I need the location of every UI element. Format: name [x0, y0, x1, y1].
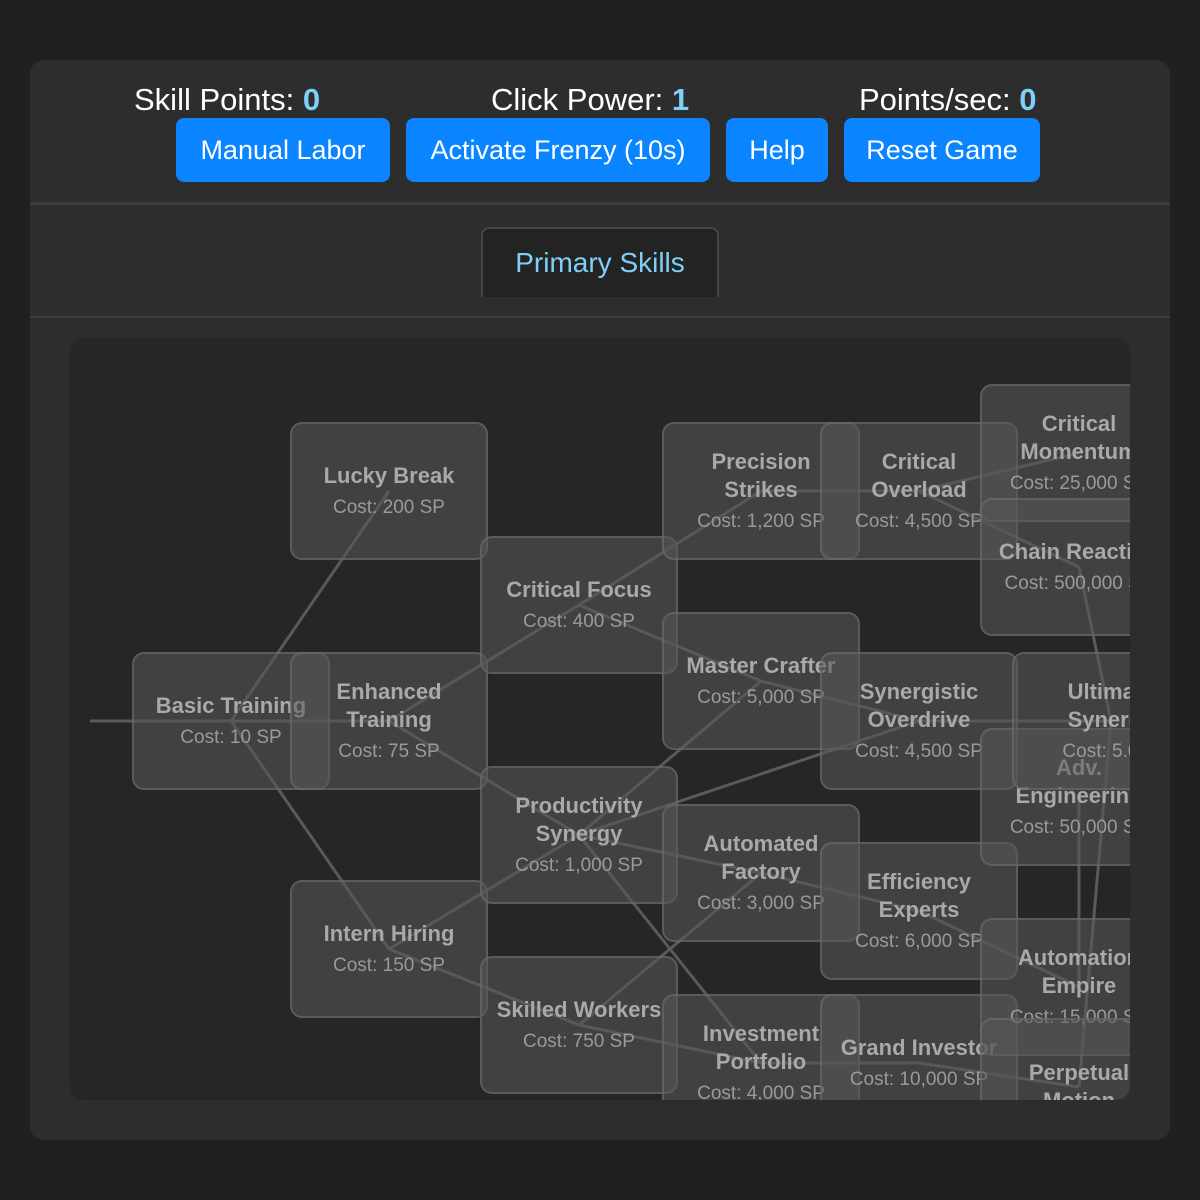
skill-name: Skilled Workers [496, 997, 662, 1022]
skill-name: Investment Portfolio [702, 1021, 820, 1074]
skill-name: Grand Investor [840, 1035, 998, 1060]
skill-points-label: Skill Points: [134, 82, 303, 117]
click-power-label: Click Power: [491, 82, 672, 117]
skill-name: Master Crafter [686, 653, 836, 678]
skill-cost: Cost: 4,500 SP [855, 511, 983, 532]
skill-name: Chain Reaction [998, 539, 1130, 564]
skill-cost: Cost: 3,000 SP [697, 893, 825, 914]
skill-cost: Cost: 4,500 SP [855, 741, 983, 762]
header-divider [30, 202, 1170, 205]
skill-name: Lucky Break [323, 463, 455, 488]
points-per-sec-label: Points/sec: [859, 82, 1020, 117]
skill-name: Efficiency Experts [867, 869, 971, 922]
skill-node-perpetual-motion[interactable]: Perpetual Motion [980, 1018, 1130, 1100]
skill-name: Critical Momentum [1020, 411, 1130, 464]
help-button[interactable]: Help [726, 118, 828, 182]
points-per-sec-stat: Points/sec: 0 [859, 82, 1037, 118]
skill-cost: Cost: 75 SP [338, 741, 440, 762]
skill-name: Precision Strikes [711, 449, 811, 502]
skill-node-skilled-workers[interactable]: Skilled Workers Cost: 750 SP [480, 956, 678, 1094]
skill-name: Critical Focus [506, 577, 652, 602]
skill-cost: Cost: 750 SP [523, 1031, 635, 1052]
game-panel: Skill Points: 0 Click Power: 1 Points/se… [30, 60, 1170, 1140]
skill-name: Synergistic Overdrive [859, 679, 979, 732]
skill-cost: Cost: 500,000 SP [1004, 573, 1130, 594]
skill-tree[interactable]: Basic Training Cost: 10 SP Lucky Break Cost… [70, 338, 1130, 1100]
skill-name: Productivity Synergy [515, 793, 643, 846]
tab-divider [30, 316, 1170, 318]
skill-node-enhanced-training[interactable]: Enhanced Training Cost: 75 SP [290, 652, 488, 790]
skill-cost: Cost: 400 SP [523, 611, 635, 632]
reset-game-button[interactable]: Reset Game [844, 118, 1040, 182]
skill-cost: Cost: 1,000 SP [515, 855, 643, 876]
skill-name: Enhanced Training [336, 679, 442, 732]
manual-labor-button[interactable]: Manual Labor [176, 118, 390, 182]
skill-cost: Cost: 200 SP [333, 497, 445, 518]
skill-cost: Cost: 6,000 SP [855, 931, 983, 952]
skill-node-ultimate-synergy[interactable]: Ultimate Synergy Cost: 5.00e [1012, 652, 1130, 790]
skill-name: Intern Hiring [323, 921, 455, 946]
skill-points-value: 0 [302, 82, 321, 117]
skill-cost: Cost: 5.00e [1062, 741, 1130, 762]
skill-node-productivity-synergy[interactable]: Productivity Synergy Cost: 1,000 SP [480, 766, 678, 904]
skill-name: Automated Factory [703, 831, 819, 884]
skill-node-critical-focus[interactable]: Critical Focus Cost: 400 SP [480, 536, 678, 674]
skill-name: Critical Overload [871, 449, 967, 502]
skill-node-chain-reaction[interactable]: Chain Reaction Cost: 500,000 SP [980, 498, 1130, 636]
skill-points-stat: Skill Points: 0 [134, 82, 320, 118]
skill-cost: Cost: 5,000 SP [697, 687, 825, 708]
skill-node-lucky-break[interactable]: Lucky Break Cost: 200 SP [290, 422, 488, 560]
skill-name: Automation Empire [1017, 945, 1130, 998]
skill-name: Basic Training [155, 693, 307, 718]
skill-cost: Cost: 25,000 SP [1009, 473, 1130, 494]
points-per-sec-value: 0 [1019, 82, 1037, 117]
skill-name: Perpetual Motion [1028, 1060, 1130, 1100]
click-power-value: 1 [671, 82, 690, 117]
click-power-stat: Click Power: 1 [491, 82, 689, 118]
skill-cost: Cost: 50,000 SP [1009, 817, 1130, 838]
skill-cost: Cost: 10,000 SP [849, 1069, 989, 1090]
skill-cost: Cost: 1,200 SP [697, 511, 825, 532]
skill-cost: Cost: 150 SP [333, 955, 445, 976]
skill-name: Ultimate Synergy [1067, 679, 1130, 732]
skill-cost: Cost: 10 SP [180, 727, 282, 748]
skill-cost: Cost: 4,000 SP [697, 1083, 825, 1100]
activate-frenzy-button[interactable]: Activate Frenzy (10s) [406, 118, 710, 182]
skill-node-intern-hiring[interactable]: Intern Hiring Cost: 150 SP [290, 880, 488, 1018]
tab-primary-skills[interactable]: Primary Skills [481, 227, 719, 297]
